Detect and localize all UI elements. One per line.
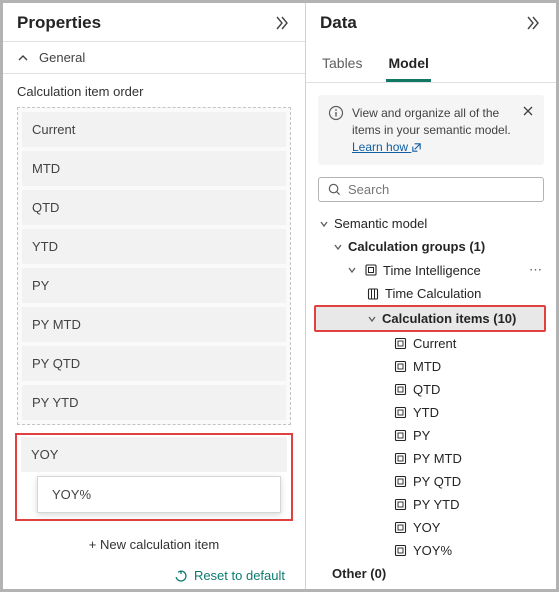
- tree-item[interactable]: MTD: [314, 355, 548, 378]
- calc-group-icon: [362, 263, 379, 277]
- chevron-down-icon: [318, 219, 330, 229]
- tree-root[interactable]: Semantic model: [314, 212, 548, 235]
- general-section-header[interactable]: General: [3, 41, 305, 74]
- tree-calculation-items[interactable]: Calculation items (10): [314, 305, 546, 332]
- info-text: View and organize all of the items in yo…: [352, 105, 514, 155]
- collapse-right-icon[interactable]: [271, 13, 291, 33]
- tree-time-intelligence[interactable]: Time Intelligence ⋯: [314, 258, 548, 282]
- calc-item-icon: [392, 360, 409, 373]
- properties-panel: Properties General Calculation item orde…: [3, 3, 306, 589]
- calc-item-icon: [392, 383, 409, 396]
- new-calculation-item-button[interactable]: + New calculation item: [17, 527, 291, 560]
- highlight-drag-region: YOY YOY%: [15, 433, 293, 521]
- order-item[interactable]: QTD: [22, 190, 286, 225]
- more-icon[interactable]: ⋯: [527, 262, 544, 278]
- chevron-down-icon: [346, 265, 358, 275]
- calc-item-icon: [392, 521, 409, 534]
- calc-item-icon: [392, 452, 409, 465]
- chevron-up-icon: [17, 52, 29, 64]
- collapse-right-icon[interactable]: [522, 13, 542, 33]
- search-icon: [327, 182, 342, 197]
- order-item[interactable]: PY: [22, 268, 286, 303]
- reset-label: Reset to default: [194, 568, 285, 583]
- data-tabs: Tables Model: [306, 41, 556, 83]
- data-panel: Data Tables Model View and organize all …: [306, 3, 556, 589]
- order-item[interactable]: PY YTD: [22, 385, 286, 420]
- search-box[interactable]: [318, 177, 544, 202]
- tree-time-calculation[interactable]: Time Calculation: [314, 282, 548, 305]
- tree-item[interactable]: YOY: [314, 516, 548, 539]
- calc-item-icon: [392, 544, 409, 557]
- tree-item[interactable]: Current: [314, 332, 548, 355]
- reset-to-default-button[interactable]: Reset to default: [3, 560, 305, 591]
- tree-item[interactable]: YOY%: [314, 539, 548, 562]
- info-icon: [328, 105, 344, 121]
- calc-item-icon: [392, 429, 409, 442]
- order-item[interactable]: YTD: [22, 229, 286, 264]
- info-banner: View and organize all of the items in yo…: [318, 95, 544, 165]
- calc-item-icon: [392, 337, 409, 350]
- tab-model[interactable]: Model: [386, 47, 430, 82]
- calc-item-icon: [392, 475, 409, 488]
- order-item[interactable]: YOY: [21, 437, 287, 472]
- tree-item[interactable]: PY: [314, 424, 548, 447]
- order-item[interactable]: PY MTD: [22, 307, 286, 342]
- order-item[interactable]: Current: [22, 112, 286, 147]
- search-input[interactable]: [348, 182, 535, 197]
- tree-item[interactable]: PY YTD: [314, 493, 548, 516]
- tree-item[interactable]: PY MTD: [314, 447, 548, 470]
- reset-icon: [174, 569, 188, 583]
- tree-item[interactable]: PY QTD: [314, 470, 548, 493]
- tree-item[interactable]: YTD: [314, 401, 548, 424]
- order-item[interactable]: MTD: [22, 151, 286, 186]
- calc-item-icon: [392, 406, 409, 419]
- field-label: Calculation item order: [3, 74, 305, 105]
- general-label: General: [39, 50, 85, 65]
- column-icon: [364, 287, 381, 301]
- learn-how-link[interactable]: Learn how: [352, 140, 422, 154]
- order-item[interactable]: PY QTD: [22, 346, 286, 381]
- chevron-down-icon: [366, 314, 378, 324]
- tree-other[interactable]: Other (0): [314, 562, 548, 585]
- chevron-down-icon: [332, 242, 344, 252]
- data-title: Data: [320, 13, 357, 33]
- properties-title: Properties: [17, 13, 101, 33]
- close-icon[interactable]: [522, 105, 534, 117]
- calculation-item-order-list: Current MTD QTD YTD PY PY MTD PY QTD PY …: [17, 107, 291, 425]
- model-tree: Semantic model Calculation groups (1) Ti…: [306, 212, 556, 593]
- calc-item-icon: [392, 498, 409, 511]
- dragging-item[interactable]: YOY%: [37, 476, 281, 513]
- tab-tables[interactable]: Tables: [320, 47, 364, 82]
- tree-item[interactable]: QTD: [314, 378, 548, 401]
- tree-calculation-groups[interactable]: Calculation groups (1): [314, 235, 548, 258]
